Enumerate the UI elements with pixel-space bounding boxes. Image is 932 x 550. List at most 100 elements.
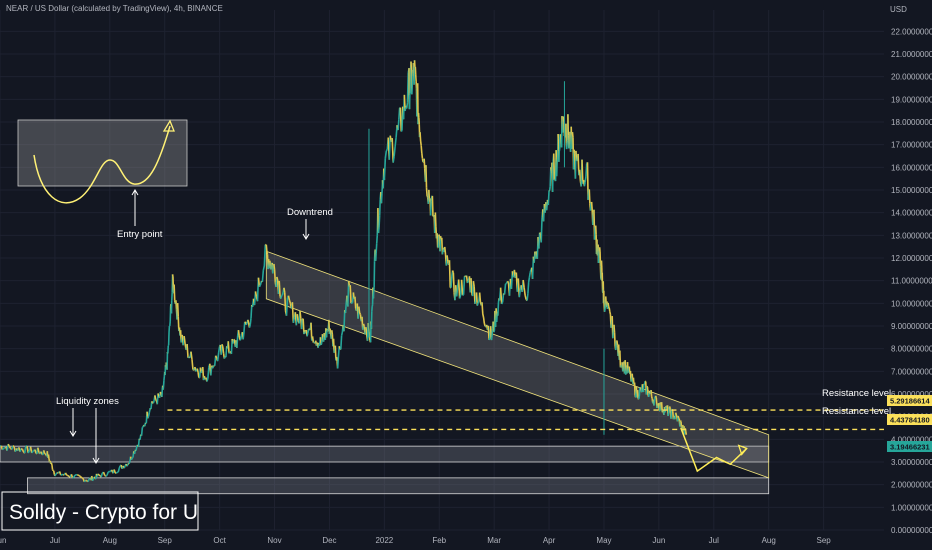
y-tick-label: 17.00000000 xyxy=(891,141,932,150)
price-segment xyxy=(392,155,395,163)
price-segment xyxy=(622,366,625,372)
liquidity-zone xyxy=(27,477,770,495)
price-segment xyxy=(630,377,633,382)
x-tick-label: May xyxy=(596,536,611,545)
price-segment xyxy=(273,263,276,270)
price-segment xyxy=(451,270,455,274)
price-segment xyxy=(538,232,541,249)
price-segment xyxy=(526,293,529,301)
price-segment xyxy=(2,446,6,450)
price-segment xyxy=(425,187,428,196)
price-segment xyxy=(590,201,594,211)
y-axis-unit: USD xyxy=(890,5,907,14)
price-segment xyxy=(383,158,387,181)
x-tick-label: Jun xyxy=(0,536,6,545)
price-segment xyxy=(349,285,352,304)
price-segment xyxy=(299,310,302,319)
price-segment xyxy=(399,107,403,132)
x-tick-label: Oct xyxy=(213,536,226,545)
price-segment xyxy=(336,355,340,369)
price-segment xyxy=(584,176,587,183)
price-segment xyxy=(106,471,110,476)
price-segment xyxy=(354,296,357,309)
price-segment xyxy=(523,287,526,296)
price-segment xyxy=(152,400,155,404)
y-tick-label: 20.00000000 xyxy=(891,73,932,82)
price-segment xyxy=(83,479,87,483)
price-segment xyxy=(518,290,522,298)
price-segment xyxy=(50,462,53,466)
y-tick-label: 18.00000000 xyxy=(891,118,932,127)
price-segment xyxy=(296,314,300,321)
price-segment xyxy=(221,344,224,347)
price-segment xyxy=(175,300,178,310)
y-tick-label: 7.00000000 xyxy=(891,367,932,376)
price-segment xyxy=(157,393,160,397)
price-segment xyxy=(380,193,383,204)
price-segment xyxy=(610,323,613,328)
price-segment xyxy=(679,420,682,423)
price-chart[interactable]: 0.00000000 1.00000000 2.00000000 3.00000000… xyxy=(0,0,932,550)
downtrend-label: Downtrend xyxy=(287,207,333,218)
price-segment xyxy=(462,276,466,295)
price-segment xyxy=(429,201,433,216)
price-segment xyxy=(646,385,649,388)
price-segment xyxy=(221,346,225,354)
price-segment xyxy=(283,292,287,311)
price-segment xyxy=(307,328,310,334)
price-segment xyxy=(568,139,571,149)
price-segment xyxy=(393,146,396,157)
y-tick-label: 16.00000000 xyxy=(891,163,932,172)
price-segment xyxy=(642,383,645,393)
price-segment xyxy=(320,342,323,346)
price-segment xyxy=(578,169,582,182)
price-segment xyxy=(37,447,40,453)
price-segment xyxy=(491,328,494,337)
price-segment xyxy=(287,295,291,301)
price-segment xyxy=(280,295,283,299)
price-segment xyxy=(273,269,277,283)
resistance-label-upper: Resistance level xyxy=(822,388,891,399)
x-tick-label: Feb xyxy=(432,536,446,545)
price-segment xyxy=(448,260,452,288)
price-segment xyxy=(503,283,507,295)
price-segment xyxy=(488,337,491,341)
price-segment xyxy=(452,272,455,293)
price-segment xyxy=(474,300,477,305)
price-segment xyxy=(607,302,610,307)
price-segment xyxy=(54,473,57,477)
y-tick-label: 22.00000000 xyxy=(891,27,932,36)
price-segment xyxy=(311,336,315,343)
price-segment xyxy=(100,472,104,478)
price-segment xyxy=(378,215,381,228)
price-segment xyxy=(283,287,286,293)
price-segment xyxy=(115,471,118,474)
price-segment xyxy=(269,260,272,267)
price-segment xyxy=(140,427,144,436)
price-segment xyxy=(329,328,332,333)
price-segment xyxy=(653,396,656,399)
price-segment xyxy=(7,443,11,448)
price-segment xyxy=(159,391,162,395)
price-segment xyxy=(421,158,424,162)
price-segment xyxy=(151,400,154,404)
price-segment xyxy=(423,158,426,169)
price-segment xyxy=(52,470,56,475)
price-segment xyxy=(242,332,245,340)
price-segment xyxy=(326,329,330,332)
chart-window: 0.00000000 1.00000000 2.00000000 3.00000000… xyxy=(0,0,932,550)
price-segment xyxy=(248,324,251,328)
x-tick-label: Dec xyxy=(322,536,336,545)
price-segment xyxy=(612,331,615,339)
price-segment xyxy=(455,286,459,297)
price-segment xyxy=(667,411,670,416)
price-segment xyxy=(375,243,378,254)
y-tick-label: 11.00000000 xyxy=(891,277,932,286)
price-segment xyxy=(585,163,588,177)
price-segment xyxy=(261,269,265,283)
price-segment xyxy=(306,332,309,337)
price-segment xyxy=(12,445,15,448)
y-tick-label: 2.00000000 xyxy=(891,481,932,490)
y-tick-label: 14.00000000 xyxy=(891,209,932,218)
price-segment xyxy=(653,398,656,406)
